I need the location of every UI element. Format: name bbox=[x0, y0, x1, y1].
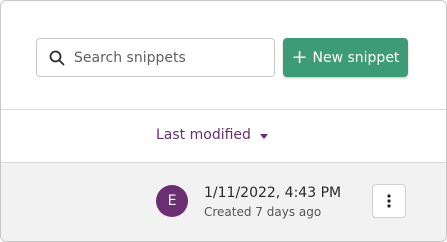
more-vertical-icon bbox=[387, 194, 391, 208]
new-snippet-button[interactable]: + New snippet bbox=[283, 38, 408, 77]
avatar-initial: E bbox=[167, 193, 177, 209]
created-text: Created 7 days ago bbox=[204, 205, 322, 219]
list-item[interactable]: E 1/11/2022, 4:43 PM Created 7 days ago bbox=[1, 163, 446, 241]
caret-down-icon bbox=[259, 133, 268, 139]
search-input[interactable] bbox=[74, 49, 254, 66]
snippets-panel: + New snippet Last modified E 1/11/2022,… bbox=[0, 0, 447, 242]
search-icon bbox=[49, 50, 65, 65]
sort-label: Last modified bbox=[156, 127, 251, 143]
more-options-button[interactable] bbox=[372, 184, 406, 218]
modified-timestamp: 1/11/2022, 4:43 PM bbox=[204, 185, 342, 201]
search-box[interactable] bbox=[36, 38, 275, 77]
avatar: E bbox=[156, 185, 188, 217]
plus-icon: + bbox=[291, 45, 308, 68]
sort-dropdown[interactable]: Last modified bbox=[156, 127, 268, 143]
toolbar: + New snippet bbox=[1, 1, 446, 110]
sort-bar: Last modified bbox=[1, 110, 446, 163]
new-snippet-label: New snippet bbox=[312, 49, 400, 66]
